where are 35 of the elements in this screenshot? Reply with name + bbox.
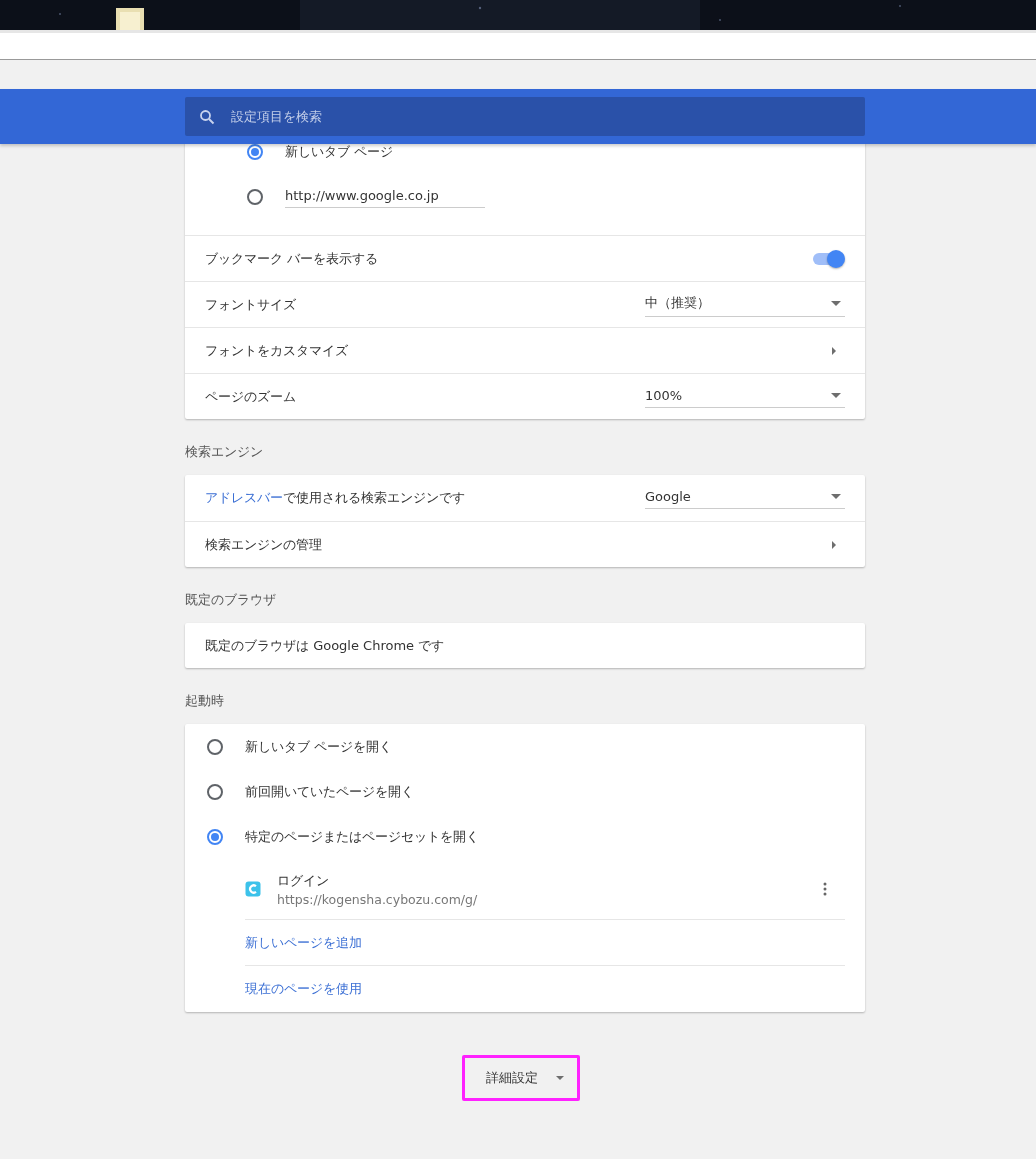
setting-label: 検索エンジンの管理 [205, 535, 322, 554]
dropdown[interactable]: 100% [645, 385, 845, 408]
section-heading: 起動時 [185, 692, 225, 710]
radio-button[interactable] [207, 783, 223, 800]
dropdown[interactable]: 中（推奨） [645, 292, 845, 317]
setting-text: 既定のブラウザは Google Chrome です [205, 636, 445, 655]
setting-label: フォントサイズ [205, 295, 296, 314]
setting-label: ブックマーク バーを表示する [205, 249, 379, 268]
action-link[interactable]: 新しいページを追加 [245, 933, 362, 952]
page-url: https://kogensha.cybozu.com/g/ [277, 891, 479, 907]
toggle-switch[interactable] [813, 252, 843, 265]
setting-label: アドレスバーで使用される検索エンジンです [205, 489, 465, 507]
action-link[interactable]: 現在のページを使用 [245, 980, 362, 998]
address-bar-link[interactable]: アドレスバー [205, 490, 283, 505]
radio-button[interactable] [247, 143, 263, 160]
option-label: 前回開いていたページを開く [245, 782, 414, 801]
advanced-settings-button[interactable]: 詳細設定 [468, 1061, 574, 1095]
option-label: 新しいタブ ページを開く [245, 737, 393, 756]
search-field[interactable]: 設定項目を検索 [185, 97, 865, 136]
chevron-right-icon[interactable] [831, 345, 837, 356]
section-heading: 既定のブラウザ [185, 591, 277, 609]
chevron-right-icon[interactable] [831, 539, 837, 550]
setting-label: ページのズーム [205, 387, 296, 406]
url-field[interactable]: http://www.google.co.jp [285, 185, 485, 208]
dropdown[interactable]: Google [645, 487, 845, 509]
option-label: 新しいタブ ページ [285, 142, 394, 161]
section-heading: 検索エンジン [185, 443, 264, 461]
radio-button[interactable] [207, 738, 223, 755]
page-title: ログイン [277, 871, 330, 890]
radio-button[interactable] [207, 828, 223, 845]
site-favicon-icon [245, 881, 261, 897]
more-menu-icon[interactable] [823, 882, 827, 896]
option-label: 特定のページまたはページセットを開く [245, 827, 479, 846]
setting-label: フォントをカスタマイズ [205, 341, 348, 360]
radio-button[interactable] [247, 188, 263, 205]
